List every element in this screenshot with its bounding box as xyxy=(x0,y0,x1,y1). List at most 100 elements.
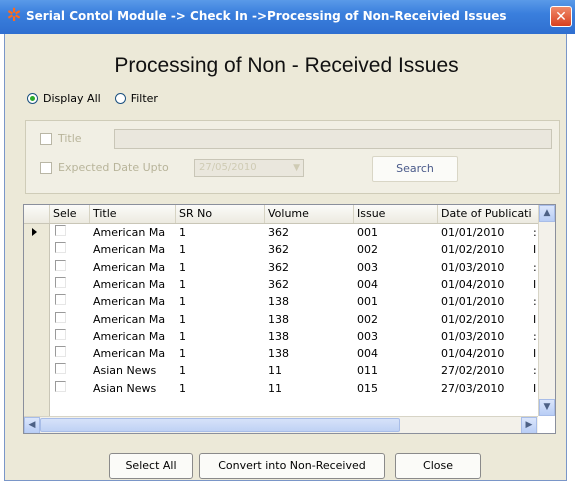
cell-title[interactable]: American Ma xyxy=(90,224,176,241)
scroll-up-icon[interactable]: ▲ xyxy=(539,205,555,222)
table-row[interactable]: American Ma 1 362 004 01/04/2010 I xyxy=(24,276,538,293)
cell-sr-no[interactable]: 1 xyxy=(176,345,265,362)
close-window-button[interactable]: ✕ xyxy=(550,6,572,27)
cell-sr-no[interactable]: 1 xyxy=(176,328,265,345)
cell-next-column[interactable]: I xyxy=(530,311,538,328)
cell-volume[interactable]: 138 xyxy=(265,311,354,328)
cell-sr-no[interactable]: 1 xyxy=(176,380,265,397)
cell-issue[interactable]: 002 xyxy=(354,241,438,258)
cell-next-column[interactable]: I xyxy=(530,241,538,258)
cell-date-of-publication[interactable]: 01/01/2010 xyxy=(438,224,530,241)
table-row[interactable]: American Ma 1 362 001 01/01/2010: xyxy=(24,224,538,241)
cell-volume[interactable]: 138 xyxy=(265,293,354,310)
row-select-checkbox[interactable] xyxy=(55,225,66,236)
table-row[interactable]: Asian News 1 11 011 27/02/2010: xyxy=(24,362,538,379)
column-header-volume[interactable]: Volume xyxy=(265,205,354,223)
expected-date-checkbox[interactable] xyxy=(40,162,52,174)
row-select-checkbox[interactable] xyxy=(55,328,66,340)
cell-date-of-publication[interactable]: 01/01/2010 xyxy=(438,293,530,310)
display-all-radio[interactable] xyxy=(27,93,38,104)
column-header-select[interactable]: Sele xyxy=(50,205,90,223)
horizontal-scrollbar[interactable]: ◀ ▶ xyxy=(24,416,538,433)
filter-label[interactable]: Filter xyxy=(131,92,158,105)
cell-title[interactable]: Asian News xyxy=(90,362,176,379)
cell-volume[interactable]: 11 xyxy=(265,362,354,379)
cell-sr-no[interactable]: 1 xyxy=(176,241,265,258)
cell-next-column[interactable]: : xyxy=(530,328,538,345)
title-bar[interactable]: ✲ Serial Contol Module -> Check In ->Pro… xyxy=(0,0,575,34)
cell-date-of-publication[interactable]: 27/03/2010 xyxy=(438,380,530,397)
cell-volume[interactable]: 11 xyxy=(265,380,354,397)
table-row[interactable]: American Ma 1 362 002 01/02/2010 I xyxy=(24,241,538,258)
cell-title[interactable]: American Ma xyxy=(90,311,176,328)
cell-issue[interactable]: 015 xyxy=(354,380,438,397)
column-header-sr-no[interactable]: SR No xyxy=(176,205,265,223)
cell-date-of-publication[interactable]: 01/03/2010 xyxy=(438,259,530,276)
column-header-title[interactable]: Title xyxy=(90,205,176,223)
table-row[interactable]: American Ma 1 138 002 01/02/2010 I xyxy=(24,311,538,328)
cell-next-column[interactable]: : xyxy=(530,293,538,310)
filter-radio[interactable] xyxy=(114,93,126,104)
row-select-checkbox[interactable] xyxy=(55,346,66,358)
cell-volume[interactable]: 362 xyxy=(265,241,354,258)
cell-title[interactable]: American Ma xyxy=(90,241,176,258)
cell-next-column[interactable]: : xyxy=(530,259,538,276)
row-select-checkbox[interactable] xyxy=(55,311,66,323)
cell-issue[interactable]: 004 xyxy=(354,276,438,293)
cell-sr-no[interactable]: 1 xyxy=(176,259,265,276)
column-header-issue[interactable]: Issue xyxy=(354,205,438,223)
expected-date-picker[interactable]: 27/05/2010 ▼ xyxy=(194,159,304,177)
convert-non-received-button[interactable]: Convert into Non-Received xyxy=(199,453,385,479)
table-row[interactable]: American Ma 1 138 003 01/03/2010: xyxy=(24,328,538,345)
vertical-scrollbar[interactable]: ▲ ▼ xyxy=(538,205,555,416)
chevron-down-icon[interactable]: ▼ xyxy=(293,160,300,176)
cell-next-column[interactable]: I xyxy=(530,345,538,362)
row-select-checkbox[interactable] xyxy=(55,276,66,288)
cell-issue[interactable]: 003 xyxy=(354,259,438,276)
row-select-checkbox[interactable] xyxy=(55,380,66,392)
row-select-checkbox[interactable] xyxy=(55,294,66,306)
horizontal-scroll-thumb[interactable] xyxy=(40,418,400,432)
cell-issue[interactable]: 001 xyxy=(354,224,438,241)
cell-date-of-publication[interactable]: 01/02/2010 xyxy=(438,241,530,258)
row-select-checkbox[interactable] xyxy=(55,242,66,254)
column-header-date-of-publication[interactable]: Date of Publicati xyxy=(438,205,538,223)
cell-date-of-publication[interactable]: 27/02/2010 xyxy=(438,362,530,379)
search-button[interactable]: Search xyxy=(372,156,458,182)
close-button[interactable]: Close xyxy=(395,453,481,479)
select-all-button[interactable]: Select All xyxy=(109,453,193,479)
cell-volume[interactable]: 362 xyxy=(265,276,354,293)
title-checkbox[interactable] xyxy=(40,133,52,145)
cell-volume[interactable]: 138 xyxy=(265,328,354,345)
cell-sr-no[interactable]: 1 xyxy=(176,362,265,379)
cell-sr-no[interactable]: 1 xyxy=(176,293,265,310)
cell-date-of-publication[interactable]: 01/04/2010 xyxy=(438,345,530,362)
scroll-left-icon[interactable]: ◀ xyxy=(24,417,40,433)
cell-date-of-publication[interactable]: 01/02/2010 xyxy=(438,311,530,328)
row-select-checkbox[interactable] xyxy=(55,259,66,271)
cell-sr-no[interactable]: 1 xyxy=(176,311,265,328)
cell-volume[interactable]: 362 xyxy=(265,224,354,241)
scroll-down-icon[interactable]: ▼ xyxy=(539,399,555,416)
display-all-label[interactable]: Display All xyxy=(43,92,101,105)
cell-sr-no[interactable]: 1 xyxy=(176,276,265,293)
table-row[interactable]: American Ma 1 138 001 01/01/2010: xyxy=(24,293,538,310)
cell-next-column[interactable]: I xyxy=(530,380,538,397)
table-row[interactable]: Asian News 1 11 015 27/03/2010 I xyxy=(24,380,538,397)
cell-title[interactable]: American Ma xyxy=(90,345,176,362)
cell-next-column[interactable]: : xyxy=(530,362,538,379)
cell-volume[interactable]: 362 xyxy=(265,259,354,276)
cell-issue[interactable]: 004 xyxy=(354,345,438,362)
cell-sr-no[interactable]: 1 xyxy=(176,224,265,241)
row-select-checkbox[interactable] xyxy=(55,363,66,375)
cell-title[interactable]: American Ma xyxy=(90,276,176,293)
table-row[interactable]: American Ma 1 138 004 01/04/2010 I xyxy=(24,345,538,362)
cell-next-column[interactable]: : xyxy=(530,224,538,241)
cell-title[interactable]: American Ma xyxy=(90,293,176,310)
cell-title[interactable]: American Ma xyxy=(90,259,176,276)
cell-title[interactable]: Asian News xyxy=(90,380,176,397)
table-row[interactable]: American Ma 1 362 003 01/03/2010: xyxy=(24,259,538,276)
cell-date-of-publication[interactable]: 01/03/2010 xyxy=(438,328,530,345)
cell-issue[interactable]: 001 xyxy=(354,293,438,310)
cell-volume[interactable]: 138 xyxy=(265,345,354,362)
